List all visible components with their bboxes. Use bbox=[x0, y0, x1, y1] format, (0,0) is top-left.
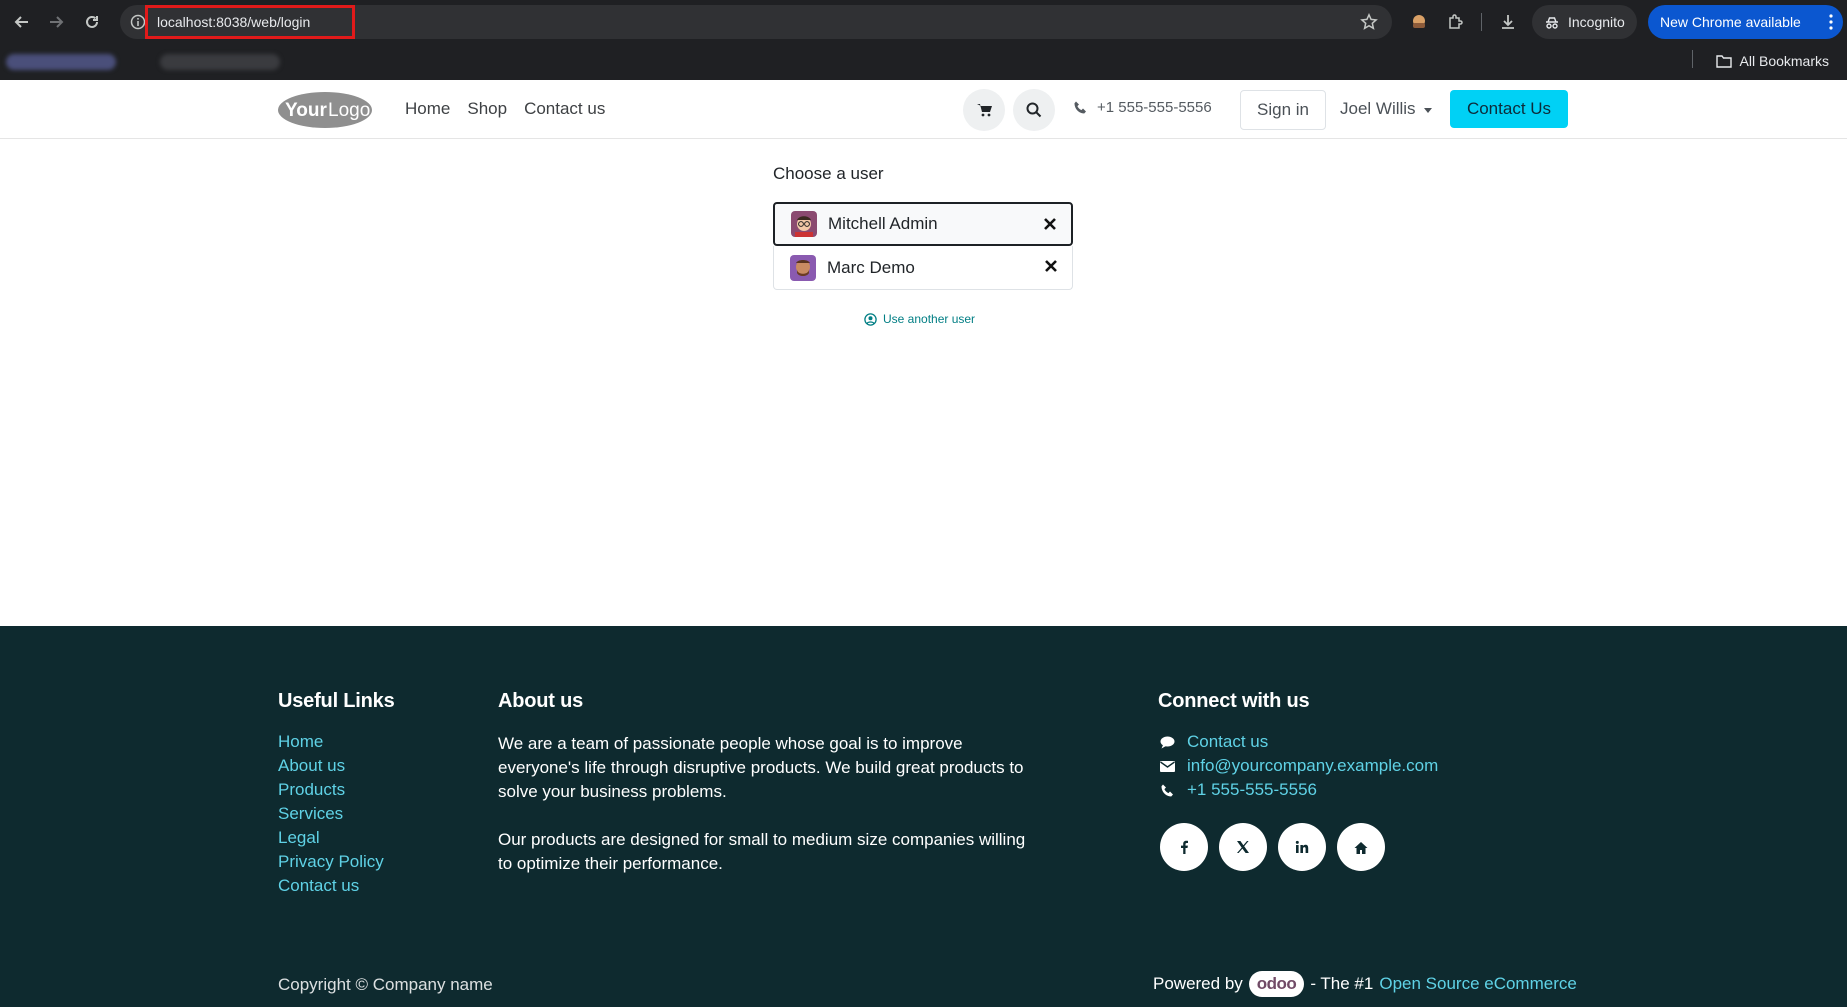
about-paragraph-1: We are a team of passionate people whose… bbox=[498, 734, 1024, 801]
toolbar-divider bbox=[1481, 13, 1482, 31]
main-nav: Home Shop Contact us bbox=[405, 99, 605, 119]
forward-icon[interactable] bbox=[44, 10, 68, 34]
connect-title: Connect with us bbox=[1158, 690, 1310, 712]
connect-phone-label: +1 555-555-5556 bbox=[1187, 780, 1317, 799]
new-chrome-available-button[interactable]: New Chrome available bbox=[1648, 5, 1843, 39]
url-text[interactable]: localhost:8038/web/login bbox=[145, 5, 355, 39]
footer-link-home[interactable]: Home bbox=[278, 732, 384, 752]
address-bar[interactable]: localhost:8038/web/login bbox=[120, 5, 1392, 39]
logo-text-your: Your bbox=[285, 100, 327, 121]
user-row-marc-demo[interactable]: Marc Demo bbox=[773, 246, 1073, 290]
site-info-icon[interactable] bbox=[130, 14, 146, 30]
all-bookmarks[interactable]: All Bookmarks bbox=[1715, 53, 1829, 69]
blurred-bookmark[interactable] bbox=[6, 54, 116, 70]
connect-contact-link[interactable]: Contact us bbox=[1159, 732, 1438, 752]
choose-user-title: Choose a user bbox=[773, 164, 884, 183]
logo-text-logo: Logo bbox=[328, 100, 370, 121]
incognito-label: Incognito bbox=[1568, 14, 1625, 30]
user-name-label: Marc Demo bbox=[827, 257, 915, 277]
incognito-badge[interactable]: Incognito bbox=[1532, 5, 1637, 39]
copyright-text: Copyright © Company name bbox=[278, 975, 493, 994]
about-us-text: We are a team of passionate people whose… bbox=[498, 732, 1028, 900]
user-list: Mitchell Admin Marc Demo bbox=[773, 202, 1073, 290]
powered-prefix: Powered by bbox=[1153, 974, 1243, 993]
user-row-mitchell-admin[interactable]: Mitchell Admin bbox=[773, 202, 1073, 246]
user-dropdown[interactable]: Joel Willis bbox=[1340, 99, 1432, 119]
useful-links-title: Useful Links bbox=[278, 690, 395, 712]
blurred-bookmark[interactable] bbox=[160, 54, 280, 70]
phone-icon bbox=[1159, 782, 1175, 798]
nav-shop[interactable]: Shop bbox=[467, 99, 507, 119]
powered-by: Powered by odoo - The #1 Open Source eCo… bbox=[1153, 971, 1577, 997]
extension-avatar-icon[interactable] bbox=[1408, 11, 1430, 33]
header-phone-number: +1 555-555-5556 bbox=[1097, 99, 1212, 116]
use-another-user-label: Use another user bbox=[883, 312, 976, 326]
social-links bbox=[1160, 823, 1385, 871]
site-header: Your Logo Home Shop Contact us +1 555-55… bbox=[0, 80, 1847, 139]
open-source-ecommerce-link[interactable]: Open Source eCommerce bbox=[1379, 974, 1576, 994]
envelope-icon bbox=[1159, 758, 1175, 774]
odoo-logo[interactable]: odoo bbox=[1248, 971, 1305, 997]
connect-email-label: info@yourcompany.example.com bbox=[1187, 756, 1439, 775]
footer-link-services[interactable]: Services bbox=[278, 804, 384, 824]
bookmarks-divider bbox=[1692, 50, 1693, 68]
back-icon[interactable] bbox=[10, 10, 34, 34]
extensions-puzzle-icon[interactable] bbox=[1444, 11, 1466, 33]
remove-user-icon[interactable] bbox=[1043, 217, 1057, 231]
connect-email-link[interactable]: info@yourcompany.example.com bbox=[1159, 756, 1438, 776]
useful-links-list: Home About us Products Services Legal Pr… bbox=[278, 732, 384, 896]
cart-button[interactable] bbox=[963, 89, 1005, 131]
footer-link-products[interactable]: Products bbox=[278, 780, 384, 800]
connect-phone-link[interactable]: +1 555-555-5556 bbox=[1159, 780, 1438, 800]
footer-link-privacy-policy[interactable]: Privacy Policy bbox=[278, 852, 384, 872]
reload-icon[interactable] bbox=[80, 10, 104, 34]
footer-link-legal[interactable]: Legal bbox=[278, 828, 384, 848]
linkedin-icon[interactable] bbox=[1278, 823, 1326, 871]
footer-link-contact-us[interactable]: Contact us bbox=[278, 876, 384, 896]
search-icon bbox=[1026, 102, 1042, 118]
sign-in-button[interactable]: Sign in bbox=[1240, 90, 1326, 130]
user-name: Joel Willis bbox=[1340, 99, 1416, 118]
site-footer: Useful Links Home About us Products Serv… bbox=[0, 626, 1847, 1007]
folder-icon bbox=[1715, 55, 1732, 68]
user-circle-icon bbox=[864, 312, 877, 326]
avatar bbox=[790, 254, 816, 281]
search-button[interactable] bbox=[1013, 89, 1055, 131]
avatar bbox=[791, 211, 817, 237]
download-icon[interactable] bbox=[1497, 11, 1519, 33]
incognito-icon bbox=[1546, 17, 1558, 29]
user-name-label: Mitchell Admin bbox=[828, 214, 938, 233]
use-another-user-link[interactable]: Use another user bbox=[864, 312, 975, 326]
about-us-title: About us bbox=[498, 690, 584, 712]
connect-contact-label: Contact us bbox=[1187, 732, 1269, 751]
x-icon[interactable] bbox=[1219, 823, 1267, 871]
home-icon[interactable] bbox=[1337, 823, 1385, 871]
browser-toolbar: localhost:8038/web/login Incognito New C… bbox=[0, 0, 1847, 44]
update-label: New Chrome available bbox=[1660, 14, 1801, 30]
bookmark-star-icon[interactable] bbox=[1360, 12, 1378, 31]
header-phone[interactable]: +1 555-555-5556 bbox=[1074, 99, 1212, 116]
menu-dots-icon[interactable] bbox=[1829, 14, 1833, 30]
cart-icon bbox=[976, 104, 992, 117]
phone-icon bbox=[1074, 101, 1086, 114]
bookmarks-bar: All Bookmarks bbox=[0, 44, 1847, 80]
nav-home[interactable]: Home bbox=[405, 99, 450, 119]
footer-link-about-us[interactable]: About us bbox=[278, 756, 384, 776]
contact-us-button[interactable]: Contact Us bbox=[1450, 90, 1568, 128]
facebook-icon[interactable] bbox=[1160, 823, 1208, 871]
browser-chrome: localhost:8038/web/login Incognito New C… bbox=[0, 0, 1847, 80]
nav-contact-us[interactable]: Contact us bbox=[524, 99, 605, 119]
about-paragraph-2: Our products are designed for small to m… bbox=[498, 830, 1026, 873]
connect-list: Contact us info@yourcompany.example.com … bbox=[1159, 732, 1438, 800]
caret-down-icon bbox=[1423, 107, 1432, 113]
remove-user-icon[interactable] bbox=[1044, 259, 1058, 273]
all-bookmarks-label: All Bookmarks bbox=[1739, 53, 1829, 69]
company-logo[interactable]: Your Logo bbox=[277, 90, 374, 130]
powered-middle: - The #1 bbox=[1310, 974, 1374, 993]
chat-bubble-icon bbox=[1159, 734, 1175, 750]
